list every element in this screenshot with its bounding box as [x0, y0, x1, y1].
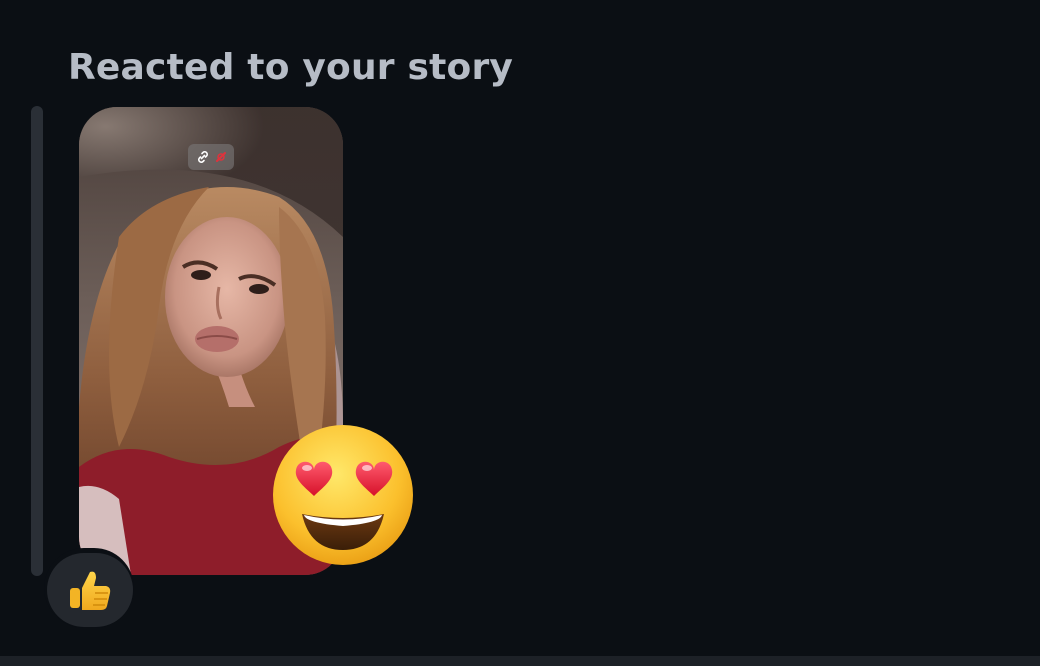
story-link-badge	[188, 144, 234, 170]
reply-quote-line	[31, 106, 43, 576]
thumbs-up-icon	[70, 571, 111, 610]
muted-link-icon	[216, 152, 226, 162]
heart-eyes-emoji[interactable]	[270, 422, 416, 568]
link-icon	[198, 151, 208, 163]
reacted-story-label: Reacted to your story	[68, 47, 514, 88]
message-reaction[interactable]	[47, 553, 133, 627]
heart-eyes-icon	[273, 425, 413, 565]
composer-edge	[0, 656, 1040, 666]
